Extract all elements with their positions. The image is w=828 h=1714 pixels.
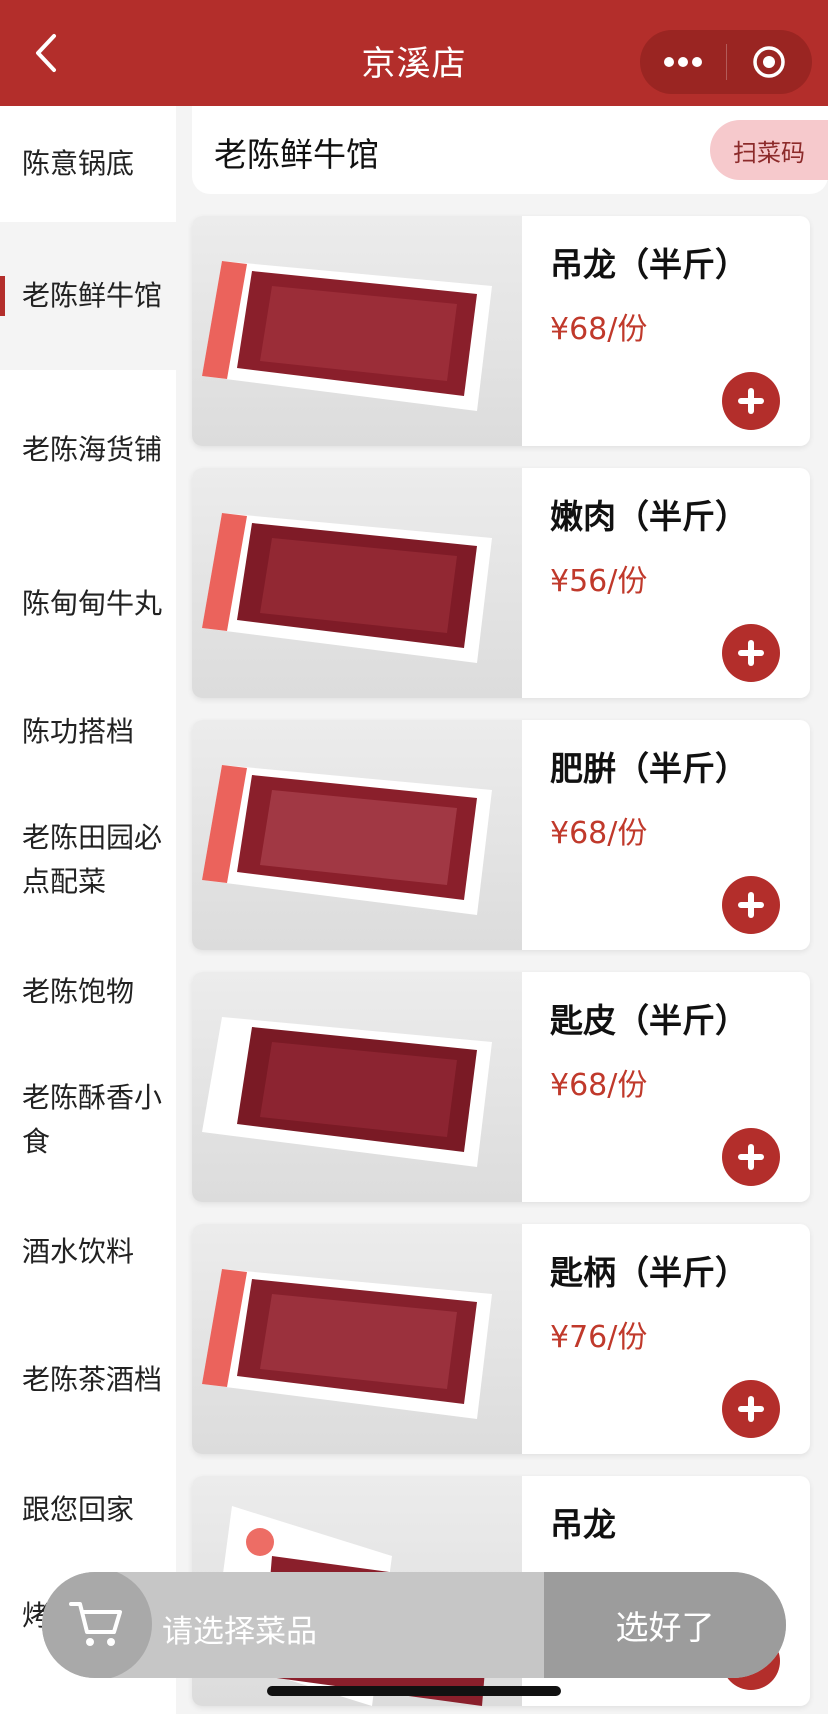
cart-hint: 请选择菜品 (162, 1614, 317, 1650)
mini-program-capsule (640, 30, 812, 94)
product-card[interactable]: 匙皮（半斤） ¥68/份 (192, 972, 810, 1202)
product-image (192, 972, 522, 1202)
cart-button[interactable] (42, 1572, 152, 1678)
sidebar-item-label: 老陈田园必点配菜 (22, 821, 163, 898)
section-header: 老陈鲜牛馆 扫菜码 (192, 106, 828, 194)
product-name: 匙柄（半斤） (550, 1253, 748, 1292)
scan-dish-code-button[interactable]: 扫菜码 (710, 120, 828, 180)
cart-bar: 请选择菜品 选好了 (42, 1572, 786, 1678)
product-card[interactable]: 肥腁（半斤） ¥68/份 (192, 720, 810, 950)
top-nav-bar: 京溪店 (0, 0, 828, 106)
product-name: 吊龙（半斤） (550, 245, 748, 284)
product-name: 肥腁（半斤） (550, 749, 748, 788)
sidebar-item-haihuopu[interactable]: 老陈海货铺 (0, 376, 176, 524)
sidebar-item-xiaoshi[interactable]: 老陈酥香小食 (0, 1046, 176, 1194)
product-card[interactable]: 吊龙（半斤） ¥68/份 (192, 216, 810, 446)
add-to-cart-button[interactable] (722, 624, 780, 682)
product-price: ¥68/份 (550, 312, 648, 347)
sidebar-item-label: 老陈茶酒档 (22, 1363, 163, 1396)
sidebar-item-jiushui[interactable]: 酒水饮料 (0, 1204, 176, 1300)
sidebar-item-label: 陈意锅底 (22, 147, 135, 180)
product-image (192, 720, 522, 950)
sidebar-item-label: 酒水饮料 (22, 1235, 135, 1268)
sidebar-item-label: 老陈鲜牛馆 (22, 279, 163, 312)
home-indicator (267, 1686, 561, 1696)
plus-icon (738, 640, 764, 666)
sidebar-item-baowu[interactable]: 老陈饱物 (0, 944, 176, 1040)
product-image (192, 216, 522, 446)
cart-icon (69, 1602, 122, 1646)
add-to-cart-button[interactable] (722, 1380, 780, 1438)
beef-plate-icon (202, 765, 492, 915)
beef-plate-icon (202, 1017, 492, 1167)
sidebar-item-label: 跟您回家 (22, 1493, 135, 1526)
product-price: ¥56/份 (550, 564, 648, 599)
sidebar-item-dadang[interactable]: 陈功搭档 (0, 684, 176, 780)
plus-icon (738, 1144, 764, 1170)
beef-plate-icon (202, 513, 492, 663)
sidebar-item-huijia[interactable]: 跟您回家 (0, 1462, 176, 1558)
sidebar-item-xianniuguan[interactable]: 老陈鲜牛馆 (0, 222, 176, 370)
section-title: 老陈鲜牛馆 (214, 135, 379, 174)
product-name: 嫩肉（半斤） (550, 497, 748, 536)
sidebar-item-label: 老陈酥香小食 (22, 1081, 163, 1158)
more-button[interactable] (640, 30, 726, 94)
add-to-cart-button[interactable] (722, 876, 780, 934)
product-card[interactable]: 匙柄（半斤） ¥76/份 (192, 1224, 810, 1454)
sidebar-item-guodi[interactable]: 陈意锅底 (0, 116, 176, 212)
more-icon (663, 57, 702, 67)
sidebar-item-label: 老陈海货铺 (22, 433, 163, 466)
product-image (192, 1224, 522, 1454)
product-name: 吊龙 (550, 1505, 616, 1544)
plus-icon (738, 892, 764, 918)
plus-icon (738, 1396, 764, 1422)
confirm-selection-button[interactable]: 选好了 (544, 1572, 786, 1678)
beef-plate-icon (202, 1269, 492, 1419)
sidebar-item-peicai[interactable]: 老陈田园必点配菜 (0, 786, 176, 934)
sidebar-item-label: 老陈饱物 (22, 975, 135, 1008)
product-card[interactable]: 嫩肉（半斤） ¥56/份 (192, 468, 810, 698)
add-to-cart-button[interactable] (722, 1128, 780, 1186)
sidebar-item-chajiudang[interactable]: 老陈茶酒档 (0, 1306, 176, 1454)
sidebar-item-niuwan[interactable]: 陈甸甸牛丸 (0, 530, 176, 678)
add-to-cart-button[interactable] (722, 372, 780, 430)
plus-icon (738, 388, 764, 414)
product-price: ¥68/份 (550, 1068, 648, 1103)
beef-plate-icon (202, 261, 492, 411)
target-icon (753, 46, 785, 78)
close-miniprogram-button[interactable] (727, 30, 813, 94)
sidebar-item-label: 陈甸甸牛丸 (22, 587, 163, 620)
category-sidebar: 陈意锅底 老陈鲜牛馆 老陈海货铺 陈甸甸牛丸 陈功搭档 老陈田园必点配菜 老陈饱… (0, 106, 176, 1714)
product-image (192, 468, 522, 698)
product-name: 匙皮（半斤） (550, 1001, 748, 1040)
product-price: ¥68/份 (550, 816, 648, 851)
sidebar-item-label: 陈功搭档 (22, 715, 135, 748)
product-price: ¥76/份 (550, 1320, 648, 1355)
